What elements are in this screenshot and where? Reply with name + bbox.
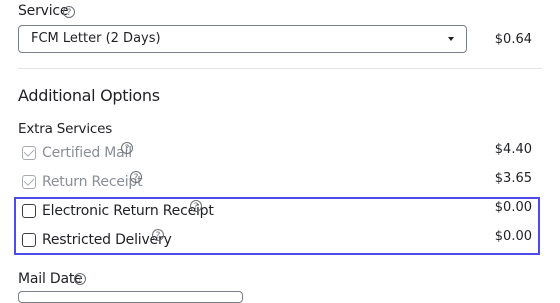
electronic-return-receipt-help-icon[interactable]: ? <box>190 200 202 212</box>
electronic-return-receipt-checkbox[interactable] <box>22 204 36 218</box>
service-select[interactable]: FCM Letter (2 Days) <box>18 25 467 53</box>
electronic-return-receipt-price: $0.00 <box>494 200 532 215</box>
check-icon <box>23 146 35 157</box>
chevron-down-icon <box>448 37 454 41</box>
mail-date-help-icon[interactable]: ? <box>74 273 86 285</box>
electronic-return-receipt-label: Electronic Return Receipt <box>42 203 214 219</box>
extra-services-label: Extra Services <box>18 121 113 137</box>
return-receipt-label: Return Receipt <box>42 174 143 190</box>
return-receipt-price: $3.65 <box>494 171 532 186</box>
restricted-delivery-help-icon[interactable]: ? <box>152 229 164 241</box>
additional-options-heading: Additional Options <box>18 86 160 105</box>
return-receipt-help-icon[interactable]: ? <box>130 171 142 183</box>
check-icon <box>23 175 35 186</box>
mail-date-label: Mail Date <box>18 271 83 287</box>
service-price: $0.64 <box>494 32 532 47</box>
section-divider <box>18 68 542 69</box>
restricted-delivery-price: $0.00 <box>494 229 532 244</box>
service-label: Service <box>18 3 69 19</box>
certified-mail-price: $4.40 <box>494 142 532 157</box>
service-selected-value: FCM Letter (2 Days) <box>31 31 161 46</box>
certified-mail-help-icon[interactable]: ? <box>121 142 133 154</box>
return-receipt-checkbox <box>22 175 36 189</box>
restricted-delivery-checkbox[interactable] <box>22 233 36 247</box>
certified-mail-checkbox <box>22 146 36 160</box>
service-help-icon[interactable]: ? <box>63 6 75 18</box>
mail-date-input[interactable] <box>18 291 243 303</box>
certified-mail-label: Certified Mail <box>42 145 132 161</box>
